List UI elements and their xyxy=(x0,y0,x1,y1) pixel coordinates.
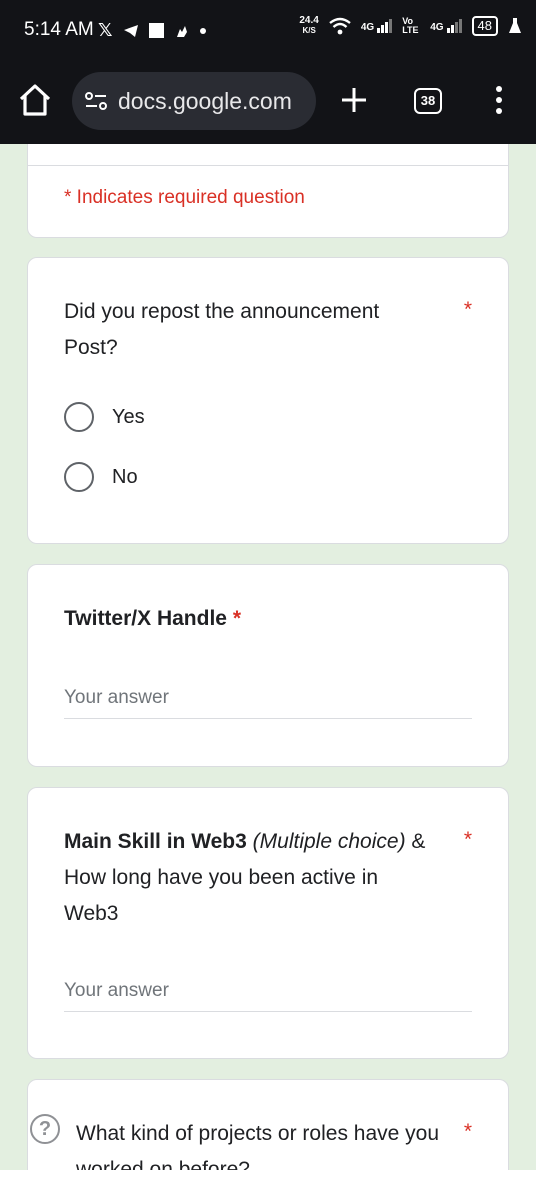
square-icon xyxy=(148,23,164,38)
question-card-main-skill: Main Skill in Web3 (Multiple choice) & H… xyxy=(27,787,509,1059)
status-bar: 5:14 AM 𝕏 24.4 K/S 4G Vo LTE 4G 48 xyxy=(0,0,536,60)
sim2-label: 4G xyxy=(430,22,444,33)
required-asterisk: * xyxy=(232,607,241,630)
question-title-italic: (Multiple choice) xyxy=(252,830,406,853)
required-note: * Indicates required question xyxy=(64,187,305,208)
question-card-projects: ? What kind of projects or roles have yo… xyxy=(27,1079,509,1170)
url-text[interactable]: docs.google.com xyxy=(118,88,292,115)
radio-button[interactable] xyxy=(64,462,94,492)
x-logo-icon: 𝕏 xyxy=(98,20,113,40)
tab-switcher-button[interactable]: 38 xyxy=(414,88,442,114)
answer-input[interactable]: Your answer xyxy=(64,683,472,719)
flask-icon xyxy=(509,18,521,33)
pan-icon xyxy=(176,25,187,37)
signal-sim2-icon: 4G xyxy=(430,19,462,33)
wifi-icon xyxy=(329,17,351,35)
question-card-repost: Did you repost the announcement Post? * … xyxy=(27,257,509,544)
radio-option-no[interactable]: No xyxy=(64,462,138,492)
browser-toolbar: docs.google.com 38 xyxy=(0,60,536,144)
question-title-bold: Main Skill in Web3 xyxy=(64,830,247,853)
signal-sim1-icon: 4G xyxy=(360,19,393,33)
bottom-bar xyxy=(0,1170,536,1200)
address-bar[interactable]: docs.google.com xyxy=(72,72,316,130)
battery-indicator: 48 xyxy=(471,16,498,36)
required-asterisk: * xyxy=(463,298,472,321)
status-time: 5:14 AM xyxy=(24,19,94,40)
question-title: Main Skill in Web3 (Multiple choice) & H… xyxy=(64,824,434,932)
site-settings-icon[interactable] xyxy=(84,90,108,112)
net-speed-unit: K/S xyxy=(302,26,316,35)
network-speed: 24.4 K/S xyxy=(299,16,318,36)
net-speed-value: 24.4 xyxy=(299,15,319,26)
new-tab-icon[interactable] xyxy=(340,86,368,114)
question-title: What kind of projects or roles have you … xyxy=(76,1122,440,1170)
question-title-text: Twitter/X Handle xyxy=(64,607,227,630)
question-title: Did you repost the announcement Post? xyxy=(64,300,380,359)
option-label: No xyxy=(112,465,138,488)
question-card-twitter-handle: Twitter/X Handle * Your answer xyxy=(27,564,509,767)
dot-icon xyxy=(199,27,206,34)
question-title: Twitter/X Handle * xyxy=(64,601,434,637)
radio-option-yes[interactable]: Yes xyxy=(64,402,145,432)
form-header-card: * Indicates required question xyxy=(27,144,509,238)
header-divider xyxy=(28,165,508,166)
radio-button[interactable] xyxy=(64,402,94,432)
system-icons: 24.4 K/S 4G Vo LTE 4G 48 xyxy=(299,16,522,36)
required-asterisk: * xyxy=(463,828,472,851)
more-menu-icon[interactable] xyxy=(490,84,508,116)
answer-input[interactable]: Your answer xyxy=(64,976,472,1012)
option-label: Yes xyxy=(112,405,145,428)
form-page: * Indicates required question Did you re… xyxy=(0,144,536,1170)
volte-icon: Vo LTE xyxy=(402,16,419,35)
sim1-label: 4G xyxy=(360,22,375,33)
telegram-icon xyxy=(123,24,138,37)
notification-icons: 𝕏 xyxy=(98,20,206,41)
required-asterisk: * xyxy=(463,1120,472,1143)
home-icon[interactable] xyxy=(18,82,52,118)
help-icon[interactable]: ? xyxy=(30,1114,60,1144)
